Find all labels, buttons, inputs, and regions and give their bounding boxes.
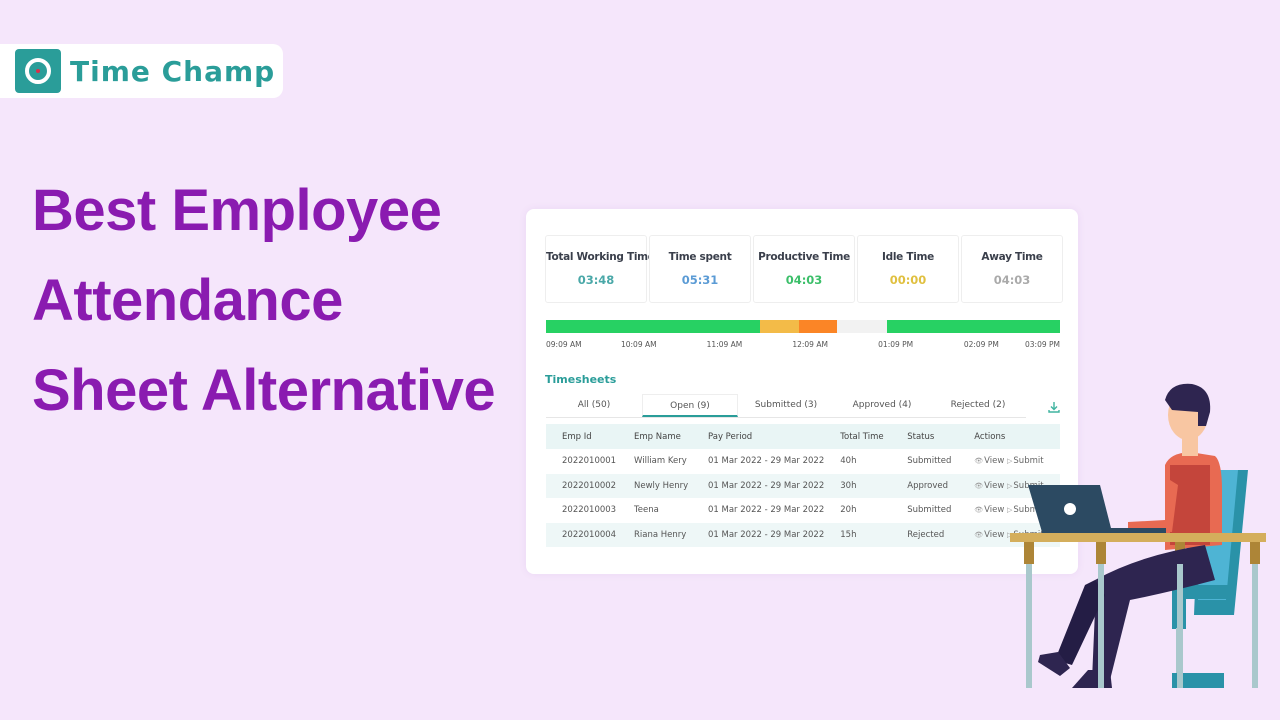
pay-period: 01 Mar 2022 - 29 Mar 2022 bbox=[708, 456, 825, 467]
stat-value: 03:48 bbox=[577, 273, 615, 287]
brand-name: Time Champ bbox=[70, 55, 276, 88]
emp-name: Teena bbox=[634, 505, 659, 516]
timeline-segment-offline bbox=[837, 320, 887, 333]
emp-name: Riana Henry bbox=[618, 522, 692, 547]
desk-top bbox=[1010, 533, 1266, 542]
stat-total-working-time: Total Working Time 03:48 bbox=[545, 235, 655, 303]
status: Submitted bbox=[907, 456, 952, 467]
brand-logo: Time Champ bbox=[0, 44, 283, 98]
dashboard-card: Total Working Time 03:48 Time spent 05:3… bbox=[526, 209, 1078, 574]
status: Approved bbox=[891, 473, 959, 498]
table-row: 2022010004 Riana Henry 01 Mar 2022 - 29 … bbox=[546, 522, 1060, 547]
total-time: 40h bbox=[840, 456, 857, 467]
timeline-tick: 02:09 PM bbox=[963, 340, 999, 349]
laptop-logo bbox=[1064, 503, 1076, 515]
total-time: 15h bbox=[824, 522, 892, 547]
column-header: Pay Period bbox=[692, 424, 825, 449]
table-header-row: Emp Id Emp Name Pay Period Total Time St… bbox=[546, 424, 1060, 449]
total-time: 20h bbox=[840, 505, 857, 516]
emp-id: 2022010001 bbox=[562, 456, 617, 467]
stat-label: Away Time bbox=[981, 251, 1043, 263]
pay-period: 01 Mar 2022 - 29 Mar 2022 bbox=[692, 473, 825, 498]
eye-icon: 👁 bbox=[974, 481, 984, 490]
activity-timeline bbox=[546, 320, 1060, 333]
column-header: Status bbox=[891, 424, 959, 449]
desk-leg bbox=[1252, 564, 1258, 688]
tab-all[interactable]: All (50) bbox=[546, 394, 642, 417]
emp-id: 2022010003 bbox=[562, 505, 617, 516]
timeline-tick: 01:09 PM bbox=[878, 340, 914, 349]
desk-leg bbox=[1026, 564, 1032, 688]
emp-name: William Kery bbox=[634, 456, 687, 467]
timeline-tick: 11:09 AM bbox=[706, 340, 743, 349]
desk-leg bbox=[1098, 564, 1104, 688]
desk-bracket bbox=[1024, 542, 1034, 564]
total-time: 30h bbox=[824, 473, 892, 498]
headline-line: Attendance bbox=[32, 268, 343, 333]
person-arm bbox=[1128, 480, 1178, 532]
desk-bracket bbox=[1250, 542, 1260, 564]
timeline-segment-away bbox=[799, 320, 838, 333]
tab-open[interactable]: Open (9) bbox=[642, 394, 738, 417]
emp-id: 2022010002 bbox=[546, 473, 618, 498]
person-shoe bbox=[1072, 670, 1112, 688]
table-row: 2022010003 Teena 01 Mar 2022 - 29 Mar 20… bbox=[546, 498, 1060, 523]
column-header: Emp Id bbox=[546, 424, 618, 449]
stats-row: Total Working Time 03:48 Time spent 05:3… bbox=[545, 235, 1063, 303]
stat-time-spent: Time spent 05:31 bbox=[649, 235, 751, 303]
stat-label: Total Working Time bbox=[546, 251, 655, 263]
tab-approved[interactable]: Approved (4) bbox=[834, 394, 930, 417]
timeline-segment-productive bbox=[546, 320, 761, 333]
stat-idle-time: Idle Time 00:00 bbox=[857, 235, 959, 303]
timeline-segment-productive bbox=[886, 320, 1060, 333]
timeline-tick: 10:09 AM bbox=[620, 340, 657, 349]
eye-icon: 👁 bbox=[974, 457, 984, 466]
pay-period: 01 Mar 2022 - 29 Mar 2022 bbox=[692, 522, 825, 547]
stat-value: 00:00 bbox=[889, 273, 927, 287]
status: Submitted bbox=[907, 505, 952, 516]
headline: Best Employee Attendance Sheet Alternati… bbox=[32, 166, 496, 436]
column-header: Emp Name bbox=[618, 424, 692, 449]
timeline-segment-idle bbox=[760, 320, 800, 333]
stat-label: Idle Time bbox=[882, 251, 934, 263]
tab-submitted[interactable]: Submitted (3) bbox=[738, 394, 834, 417]
timeline-tick: 09:09 AM bbox=[546, 340, 582, 349]
clock-icon bbox=[15, 49, 61, 93]
stat-away-time: Away Time 04:03 bbox=[961, 235, 1063, 303]
desk-bracket bbox=[1096, 542, 1106, 564]
pay-period: 01 Mar 2022 - 29 Mar 2022 bbox=[708, 505, 825, 516]
emp-name: Newly Henry bbox=[618, 473, 692, 498]
headline-line: Best Employee bbox=[32, 178, 442, 243]
table-row: 2022010002 Newly Henry 01 Mar 2022 - 29 … bbox=[546, 473, 1060, 498]
desk-leg bbox=[1177, 564, 1183, 688]
column-header: Total Time bbox=[824, 424, 892, 449]
status: Rejected bbox=[891, 522, 959, 547]
stat-value: 04:03 bbox=[993, 273, 1031, 287]
stat-label: Productive Time bbox=[758, 251, 850, 263]
stat-label: Time spent bbox=[668, 251, 732, 263]
stat-value: 05:31 bbox=[681, 273, 719, 287]
eye-icon: 👁 bbox=[974, 530, 984, 539]
stat-value: 04:03 bbox=[785, 273, 823, 287]
timeline-tick: 03:09 PM bbox=[1025, 340, 1060, 349]
emp-id: 2022010004 bbox=[546, 522, 618, 547]
timesheet-table: Emp Id Emp Name Pay Period Total Time St… bbox=[546, 424, 1060, 547]
timeline-tick: 12:09 AM bbox=[792, 340, 828, 349]
stat-productive-time: Productive Time 04:03 bbox=[753, 235, 855, 303]
table-row: 2022010001 William Kery 01 Mar 2022 - 29… bbox=[546, 449, 1060, 474]
headline-line: Sheet Alternative bbox=[32, 358, 496, 423]
timesheets-title: Timesheets bbox=[545, 373, 617, 386]
timesheet-tabs: All (50) Open (9) Submitted (3) Approved… bbox=[546, 394, 1026, 418]
person-at-desk-illustration bbox=[1010, 383, 1266, 688]
eye-icon: 👁 bbox=[974, 506, 984, 515]
laptop-base bbox=[1042, 528, 1166, 533]
timeline-ticks: 09:09 AM 10:09 AM 11:09 AM 12:09 AM 01:09 PM… bbox=[546, 340, 1060, 352]
